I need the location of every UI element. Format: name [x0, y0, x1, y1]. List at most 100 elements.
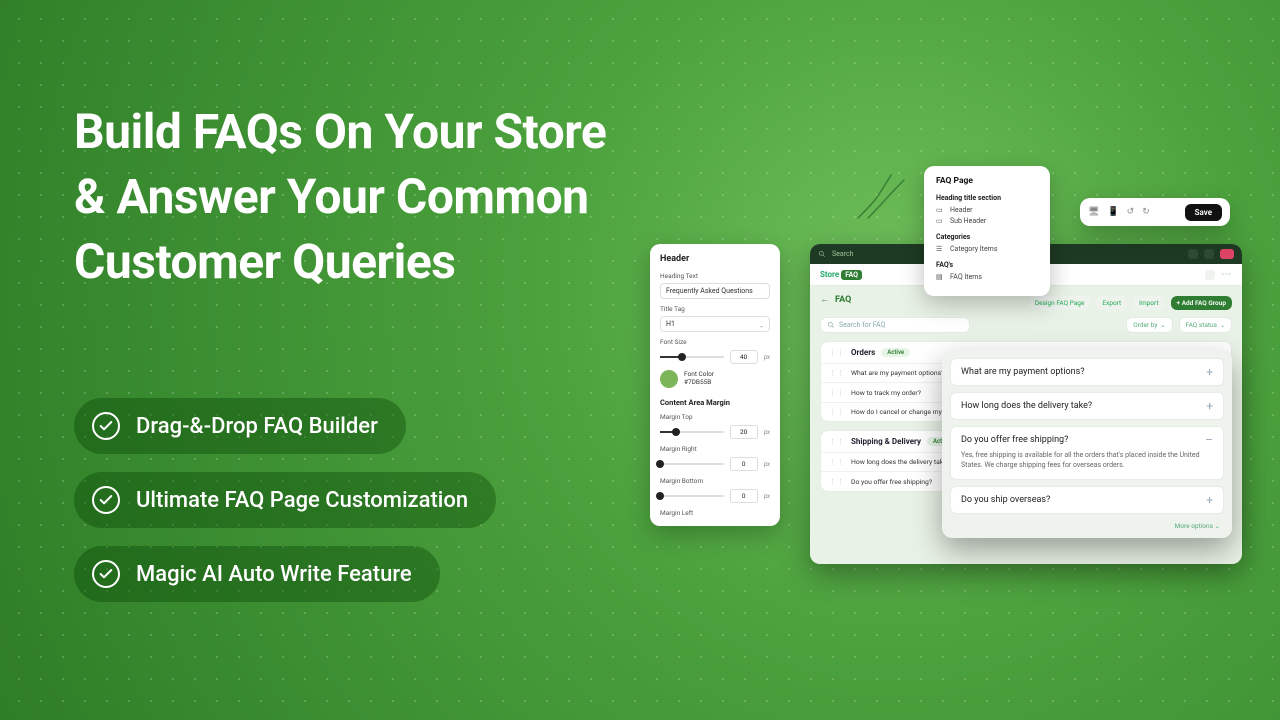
- mobile-icon[interactable]: 📱: [1107, 207, 1118, 217]
- accordion-item[interactable]: How long does the delivery take?+: [950, 392, 1224, 420]
- check-icon: [92, 560, 120, 588]
- faq-question: How long does the delivery take?: [851, 458, 950, 466]
- title-tag-select[interactable]: H1: [660, 316, 770, 332]
- subheader-icon: ▭: [936, 217, 944, 225]
- font-size-slider[interactable]: [660, 356, 724, 358]
- breadcrumb[interactable]: ← FAQ: [820, 294, 851, 305]
- page-actions: Design FAQ Page Export Import + Add FAQ …: [1029, 296, 1232, 310]
- drag-handle-icon[interactable]: ⋮⋮: [829, 389, 845, 397]
- more-options-link[interactable]: More options ⌄: [1175, 522, 1220, 530]
- faq-page-popup: FAQ Page Heading title section ▭Header ▭…: [924, 166, 1050, 296]
- preview-question: Do you ship overseas?: [961, 495, 1050, 505]
- popup-item-subheader[interactable]: ▭Sub Header: [936, 217, 1038, 225]
- order-by-filter[interactable]: Order by⌄: [1126, 317, 1172, 333]
- heading-text-label: Heading Text: [660, 272, 770, 280]
- content-area-margin-title: Content Area Margin: [660, 398, 770, 407]
- avatar[interactable]: [1220, 249, 1234, 259]
- check-icon: [92, 486, 120, 514]
- drag-handle-icon[interactable]: ⋮⋮: [829, 478, 845, 486]
- search-icon: [818, 250, 826, 258]
- popup-item-header[interactable]: ▭Header: [936, 206, 1038, 214]
- status-badge: Active: [881, 348, 910, 357]
- popup-title: FAQ Page: [936, 176, 1038, 186]
- preview-question: How long does the delivery take?: [961, 401, 1092, 411]
- font-color-value: #7DB55B: [684, 379, 714, 387]
- popup-section-title: Categories: [936, 233, 1038, 241]
- feature-label: Drag-&-Drop FAQ Builder: [136, 414, 378, 439]
- design-faq-page-button[interactable]: Design FAQ Page: [1029, 296, 1091, 310]
- import-button[interactable]: Import: [1133, 296, 1164, 310]
- category-icon: ☰: [936, 245, 944, 253]
- popup-item-categories[interactable]: ☰Category Items: [936, 245, 1038, 253]
- accordion-item[interactable]: What are my payment options?+: [950, 358, 1224, 386]
- hero: Build FAQs On Your Store & Answer Your C…: [74, 100, 634, 294]
- panel-title: Header: [660, 254, 770, 264]
- drag-handle-icon[interactable]: ⋮⋮: [829, 458, 845, 466]
- breadcrumb-label: FAQ: [835, 295, 851, 305]
- mock-cluster: Header Heading Text Frequently Asked Que…: [650, 160, 1250, 600]
- desktop-icon[interactable]: 🖥: [1088, 207, 1099, 217]
- header-settings-panel: Header Heading Text Frequently Asked Que…: [650, 244, 780, 526]
- faq-icon: ▤: [936, 273, 944, 281]
- device-toolbar: 🖥 📱 ↺ ↻ Save: [1080, 198, 1230, 226]
- margin-bottom-slider[interactable]: [660, 495, 724, 497]
- feature-label: Ultimate FAQ Page Customization: [136, 488, 468, 513]
- margin-top-label: Margin Top: [660, 413, 770, 421]
- preview-answer: Yes, free shipping is available for all …: [961, 451, 1213, 471]
- popup-item-faqitems[interactable]: ▤FAQ Items: [936, 273, 1038, 281]
- decorative-stroke: [856, 170, 916, 220]
- accordion-item-open[interactable]: Do you offer free shipping?– Yes, free s…: [950, 426, 1224, 480]
- preview-question: Do you offer free shipping?: [961, 435, 1068, 445]
- margin-top-slider[interactable]: [660, 431, 724, 433]
- faq-question: What are my payment options?: [851, 369, 944, 377]
- check-icon: [92, 412, 120, 440]
- feature-pill: Ultimate FAQ Page Customization: [74, 472, 496, 528]
- group-title: Shipping & Delivery: [851, 437, 921, 446]
- export-button[interactable]: Export: [1096, 296, 1127, 310]
- heading-text-input[interactable]: Frequently Asked Questions: [660, 283, 770, 299]
- drag-handle-icon[interactable]: ⋮⋮: [829, 349, 845, 357]
- back-arrow-icon[interactable]: ←: [820, 294, 829, 305]
- margin-right-label: Margin Right: [660, 445, 770, 453]
- notification-icon[interactable]: [1188, 249, 1198, 259]
- search-icon: [827, 321, 835, 329]
- margin-left-label: Margin Left: [660, 509, 770, 517]
- margin-bottom-label: Margin Bottom: [660, 477, 770, 485]
- font-size-value[interactable]: 40: [730, 350, 758, 364]
- margin-top-value[interactable]: 20: [730, 425, 758, 439]
- faq-question: Do you offer free shipping?: [851, 478, 932, 486]
- font-size-label: Font Size: [660, 338, 770, 346]
- feature-pill: Magic AI Auto Write Feature: [74, 546, 440, 602]
- add-faq-group-button[interactable]: + Add FAQ Group: [1171, 296, 1233, 310]
- margin-right-slider[interactable]: [660, 463, 724, 465]
- font-color-swatch[interactable]: [660, 370, 678, 388]
- undo-icon[interactable]: ↺: [1127, 207, 1135, 217]
- drag-handle-icon[interactable]: ⋮⋮: [829, 438, 845, 446]
- faq-preview-overlay: What are my payment options?+ How long d…: [942, 350, 1232, 538]
- title-tag-label: Title Tag: [660, 305, 770, 313]
- margin-bottom-value[interactable]: 0: [730, 489, 758, 503]
- popup-section-title: FAQ's: [936, 261, 1038, 269]
- pin-icon[interactable]: [1205, 270, 1215, 280]
- feature-label: Magic AI Auto Write Feature: [136, 562, 412, 587]
- faq-search-input[interactable]: Search for FAQ: [820, 317, 970, 333]
- hero-title: Build FAQs On Your Store & Answer Your C…: [74, 100, 634, 294]
- redo-icon[interactable]: ↻: [1142, 207, 1150, 217]
- brand-logo: StoreFAQ: [820, 270, 862, 279]
- unit-px: px: [764, 354, 770, 361]
- more-icon[interactable]: ⋯: [1221, 269, 1232, 280]
- faq-question: How to track my order?: [851, 389, 921, 397]
- save-button[interactable]: Save: [1185, 204, 1222, 221]
- topbar-search-placeholder[interactable]: Search: [832, 250, 854, 258]
- help-icon[interactable]: [1204, 249, 1214, 259]
- drag-handle-icon[interactable]: ⋮⋮: [829, 408, 845, 416]
- feature-pills: Drag-&-Drop FAQ Builder Ultimate FAQ Pag…: [74, 398, 496, 602]
- faq-status-filter[interactable]: FAQ status⌄: [1179, 317, 1232, 333]
- accordion-item[interactable]: Do you ship overseas?+: [950, 486, 1224, 514]
- header-icon: ▭: [936, 206, 944, 214]
- popup-section-title: Heading title section: [936, 194, 1038, 202]
- margin-right-value[interactable]: 0: [730, 457, 758, 471]
- drag-handle-icon[interactable]: ⋮⋮: [829, 369, 845, 377]
- preview-question: What are my payment options?: [961, 367, 1085, 377]
- font-color-label: Font Color #7DB55B: [684, 371, 714, 387]
